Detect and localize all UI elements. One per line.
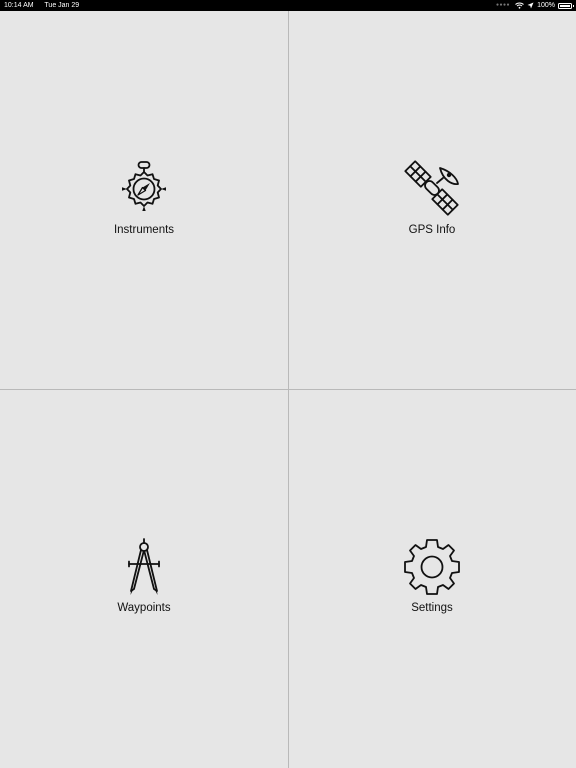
wifi-icon bbox=[515, 2, 524, 9]
waypoints-tile[interactable]: Waypoints bbox=[0, 389, 288, 768]
battery-icon bbox=[558, 2, 574, 9]
gear-icon bbox=[404, 539, 460, 595]
status-bar: 10:14 AM Tue Jan 29 ●●●● 100% bbox=[0, 0, 576, 11]
status-date: Tue Jan 29 bbox=[44, 2, 80, 9]
signal-dots-icon: ●●●● bbox=[496, 2, 511, 8]
settings-tile[interactable]: Settings bbox=[288, 389, 576, 768]
status-time: 10:14 AM bbox=[4, 2, 34, 9]
compass-icon bbox=[122, 161, 166, 211]
gps-info-tile[interactable]: GPS Info bbox=[288, 11, 576, 389]
horizontal-divider bbox=[0, 389, 576, 390]
status-right: ●●●● 100% bbox=[496, 0, 574, 11]
menu-grid: Instruments GPS Info Waypoints Settings bbox=[0, 11, 576, 768]
location-arrow-icon bbox=[527, 2, 534, 9]
instruments-label: Instruments bbox=[113, 224, 175, 236]
divider-compass-icon bbox=[128, 538, 160, 595]
battery-percent: 100% bbox=[537, 2, 555, 9]
settings-label: Settings bbox=[411, 602, 453, 614]
waypoints-label: Waypoints bbox=[117, 602, 171, 614]
satellite-icon bbox=[404, 160, 459, 216]
gps-info-label: GPS Info bbox=[408, 224, 456, 236]
battery-fill bbox=[560, 4, 570, 7]
status-left: 10:14 AM Tue Jan 29 bbox=[4, 0, 88, 11]
instruments-tile[interactable]: Instruments bbox=[0, 11, 288, 389]
